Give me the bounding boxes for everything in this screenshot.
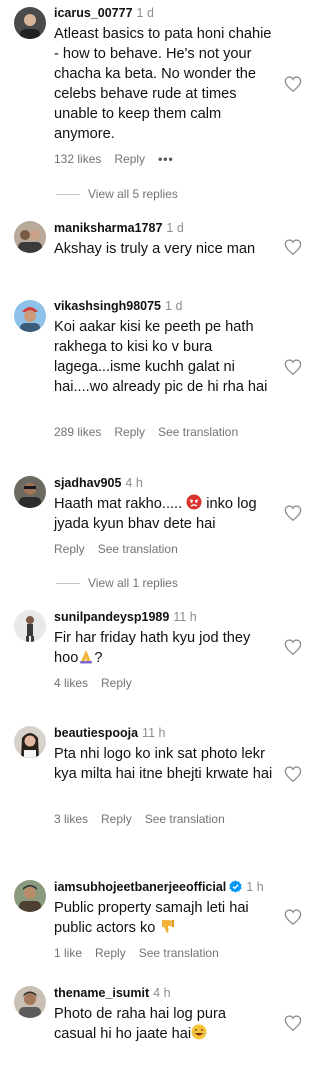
comment-actions: 3 likes Reply See translation bbox=[54, 812, 238, 826]
likes-count[interactable]: 1 like bbox=[54, 946, 82, 960]
laughing-face-icon bbox=[191, 1024, 207, 1040]
avatar[interactable] bbox=[14, 7, 46, 39]
timestamp: 1 d bbox=[136, 6, 154, 20]
likes-count[interactable]: 132 likes bbox=[54, 152, 101, 166]
avatar[interactable] bbox=[14, 221, 46, 253]
see-translation-link[interactable]: See translation bbox=[145, 812, 225, 826]
heart-icon[interactable] bbox=[284, 239, 302, 255]
angry-face-icon bbox=[186, 494, 202, 510]
reply-button[interactable]: Reply bbox=[114, 152, 145, 166]
comment-header: beautiespooja 11 h bbox=[54, 725, 165, 741]
avatar[interactable] bbox=[14, 726, 46, 758]
timestamp: 4 h bbox=[125, 476, 143, 490]
avatar[interactable] bbox=[14, 610, 46, 642]
comment-header: iamsubhojeetbanerjeeofficial 1 h bbox=[54, 879, 264, 895]
username[interactable]: thename_isumit bbox=[54, 986, 149, 1000]
timestamp: 1 d bbox=[165, 299, 183, 313]
comment-text: Atleast basics to pata honi chahie - how… bbox=[54, 26, 272, 142]
avatar[interactable] bbox=[14, 476, 46, 508]
avatar[interactable] bbox=[14, 300, 46, 332]
timestamp: 11 h bbox=[142, 726, 166, 740]
see-translation-link[interactable]: See translation bbox=[98, 542, 178, 556]
comment-text-part: Public property samajh leti hai public a… bbox=[54, 900, 249, 936]
username[interactable]: iamsubhojeetbanerjeeofficial bbox=[54, 880, 226, 894]
reply-button[interactable]: Reply bbox=[95, 946, 126, 960]
comment-text: Koi aakar kisi ke peeth pe hath rakhega … bbox=[54, 319, 268, 395]
reply-button[interactable]: Reply bbox=[114, 425, 145, 439]
divider bbox=[56, 194, 80, 196]
comment-text-part: ? bbox=[94, 650, 103, 666]
comment-text: Akshay is truly a very nice man bbox=[54, 241, 256, 257]
username[interactable]: vikashsingh98075 bbox=[54, 299, 161, 313]
comment-header: sjadhav905 4 h bbox=[54, 475, 143, 491]
username[interactable]: beautiespooja bbox=[54, 726, 138, 740]
comment-header: vikashsingh98075 1 d bbox=[54, 298, 182, 314]
comment-header: icarus_00777 1 d bbox=[54, 5, 154, 21]
timestamp: 1 d bbox=[166, 221, 184, 235]
username[interactable]: maniksharma1787 bbox=[54, 221, 162, 235]
view-replies-label: View all 1 replies bbox=[88, 576, 178, 590]
comment-actions: 289 likes Reply See translation bbox=[54, 425, 251, 439]
comment-text: Photo de raha hai log pura casual hi ho … bbox=[54, 1004, 239, 1044]
heart-icon[interactable] bbox=[284, 909, 302, 925]
more-options-icon[interactable]: ••• bbox=[158, 152, 174, 166]
comment-actions: 1 like Reply See translation bbox=[54, 946, 232, 960]
avatar[interactable] bbox=[14, 986, 46, 1018]
reply-button[interactable]: Reply bbox=[54, 542, 85, 556]
likes-count[interactable]: 3 likes bbox=[54, 812, 88, 826]
heart-icon[interactable] bbox=[284, 1015, 302, 1031]
heart-icon[interactable] bbox=[284, 76, 302, 92]
view-replies-label: View all 5 replies bbox=[88, 187, 178, 201]
comment-header: thename_isumit 4 h bbox=[54, 985, 171, 1001]
username[interactable]: sunilpandeysp1989 bbox=[54, 610, 169, 624]
likes-count[interactable]: 4 likes bbox=[54, 676, 88, 690]
heart-icon[interactable] bbox=[284, 639, 302, 655]
comment-text-part: Haath mat rakho..... bbox=[54, 496, 187, 512]
see-translation-link[interactable]: See translation bbox=[158, 425, 238, 439]
username[interactable]: icarus_00777 bbox=[54, 6, 133, 20]
heart-icon[interactable] bbox=[284, 766, 302, 782]
comment-actions: 4 likes Reply bbox=[54, 676, 145, 690]
comment-text: Haath mat rakho..... inko log jyada kyun… bbox=[54, 494, 274, 534]
comment-actions: Reply See translation bbox=[54, 542, 191, 556]
comment-text: Fir har friday hath kyu jod they hoo? bbox=[54, 628, 274, 668]
reply-button[interactable]: Reply bbox=[101, 812, 132, 826]
comment-header: maniksharma1787 1 d bbox=[54, 220, 184, 236]
verified-badge-icon bbox=[229, 880, 242, 893]
divider bbox=[56, 583, 80, 585]
thumbs-down-icon bbox=[162, 920, 175, 933]
heart-icon[interactable] bbox=[284, 505, 302, 521]
timestamp: 1 h bbox=[246, 880, 264, 894]
view-replies[interactable]: View all 5 replies bbox=[56, 187, 178, 201]
comment-header: sunilpandeysp1989 11 h bbox=[54, 609, 197, 625]
comment-text: Public property samajh leti hai public a… bbox=[54, 898, 274, 938]
heart-icon[interactable] bbox=[284, 359, 302, 375]
see-translation-link[interactable]: See translation bbox=[139, 946, 219, 960]
folded-hands-icon bbox=[80, 650, 93, 664]
timestamp: 4 h bbox=[153, 986, 171, 1000]
comment-actions: 132 likes Reply ••• bbox=[54, 152, 187, 166]
avatar[interactable] bbox=[14, 880, 46, 912]
comment-text: Pta nhi logo ko ink sat photo lekr kya m… bbox=[54, 746, 273, 782]
view-replies[interactable]: View all 1 replies bbox=[56, 576, 178, 590]
likes-count[interactable]: 289 likes bbox=[54, 425, 101, 439]
reply-button[interactable]: Reply bbox=[101, 676, 132, 690]
timestamp: 11 h bbox=[173, 610, 197, 624]
username[interactable]: sjadhav905 bbox=[54, 476, 121, 490]
